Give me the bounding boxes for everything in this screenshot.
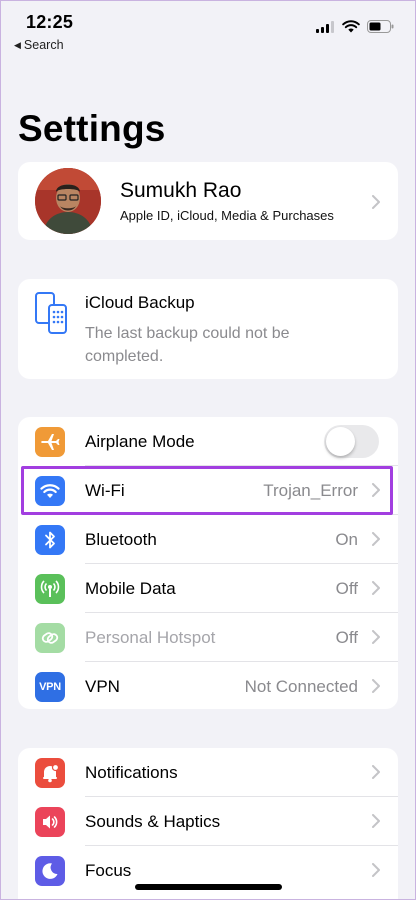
airplane-icon [35,427,65,457]
vpn-icon: VPN [35,672,65,702]
home-indicator[interactable] [135,884,282,890]
apple-id-profile-row[interactable]: Sumukh Rao Apple ID, iCloud, Media & Pur… [18,162,398,240]
status-time: 12:25 [26,12,74,32]
speaker-icon [35,807,65,837]
sounds-haptics-row[interactable]: Sounds & Haptics [18,797,398,846]
bell-icon [35,758,65,788]
moon-icon [35,856,65,886]
vpn-status-value: Not Connected [244,677,358,696]
personal-hotspot-value: Off [335,628,358,647]
bluetooth-label: Bluetooth [85,530,157,549]
airplane-mode-label: Airplane Mode [85,432,195,451]
chevron-right-icon [372,679,380,693]
airplane-mode-row: Airplane Mode [18,417,398,466]
chevron-right-icon [372,814,380,828]
status-bar: 12:25 ◀ Search [0,0,416,60]
wifi-label: Wi-Fi [85,481,125,500]
wifi-icon [35,476,65,506]
backup-message: The last backup could not be completed. [85,325,290,365]
bluetooth-value: On [335,530,358,549]
general-group: Notifications Sounds & Haptics Focus [18,748,398,900]
chevron-right-icon [372,863,380,877]
back-link-label: Search [23,38,64,52]
notifications-row[interactable]: Notifications [18,748,398,797]
chevron-right-icon [372,483,380,497]
link-icon [35,623,65,653]
mobile-data-value: Off [335,579,358,598]
profile-name: Sumukh Rao [120,179,242,202]
wifi-row[interactable]: Wi-Fi Trojan_Error [18,466,398,515]
avatar [35,168,101,234]
wifi-status-icon [342,20,360,33]
chevron-right-icon [372,765,380,779]
personal-hotspot-label: Personal Hotspot [85,628,216,647]
bluetooth-row[interactable]: Bluetooth On [18,515,398,564]
cellular-signal-icon [316,20,334,33]
chevron-right-icon [372,195,380,209]
antenna-icon [35,574,65,604]
backup-title: iCloud Backup [85,293,195,312]
backup-devices-icon [35,292,67,334]
personal-hotspot-row[interactable]: Personal Hotspot Off [18,613,398,662]
mobile-data-label: Mobile Data [85,579,176,598]
connectivity-group: Airplane Mode Wi-Fi Trojan_Error Bluetoo… [18,417,398,709]
status-icons [316,20,394,33]
bluetooth-icon [35,525,65,555]
vpn-label: VPN [85,677,120,696]
profile-subtitle: Apple ID, iCloud, Media & Purchases [120,208,334,223]
notifications-label: Notifications [85,763,178,782]
battery-icon [367,20,394,33]
focus-label: Focus [85,861,132,880]
back-triangle-icon: ◀ [14,40,21,50]
vpn-row[interactable]: VPN VPN Not Connected [18,662,398,709]
mobile-data-row[interactable]: Mobile Data Off [18,564,398,613]
back-to-search-link[interactable]: ◀ Search [14,38,64,52]
chevron-right-icon [372,630,380,644]
chevron-right-icon [372,581,380,595]
airplane-mode-toggle[interactable] [324,425,379,458]
sounds-haptics-label: Sounds & Haptics [85,812,221,831]
wifi-network-value: Trojan_Error [263,481,358,500]
toggle-knob [326,427,355,456]
vpn-icon-text: VPN [39,681,61,693]
icloud-backup-alert[interactable]: iCloud Backup The last backup could not … [18,279,398,379]
chevron-right-icon [372,532,380,546]
page-title: Settings [18,108,166,149]
